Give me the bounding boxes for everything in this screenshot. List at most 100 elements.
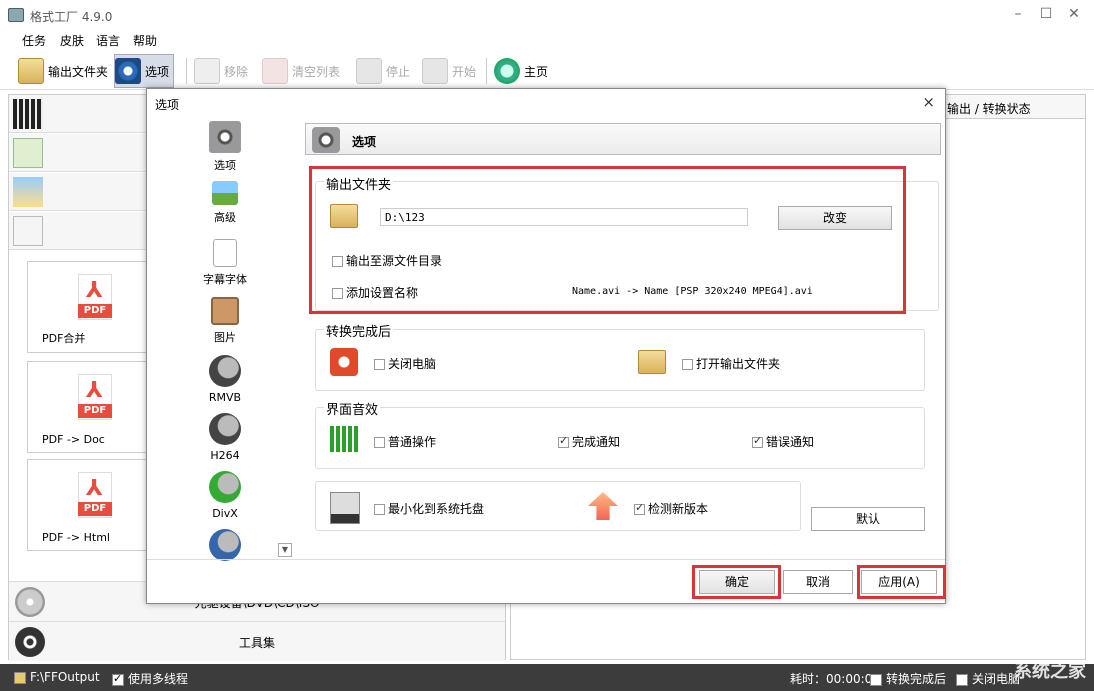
options-sidebar: 选项 高级 字幕字体 图片 RMVB H264 DivX: [187, 119, 263, 561]
watermark: 系统之家: [1014, 661, 1086, 682]
sidebar-scroll-down[interactable]: ▼: [278, 543, 292, 557]
after-convert-title: 转换完成后: [324, 321, 394, 340]
folder-icon: [18, 58, 44, 84]
sidebar-item-image[interactable]: 图片: [187, 297, 263, 345]
cancel-button[interactable]: 取消: [783, 570, 853, 594]
multithread-checkbox[interactable]: 使用多线程: [112, 670, 188, 687]
title-bar: 格式工厂 4.9.0 – ☐ ✕: [0, 0, 1094, 30]
folder-icon: [330, 204, 358, 228]
tile-label: PDF -> Html: [42, 531, 110, 544]
options-dialog: 选项 × 选项 高级 字幕字体 图片 RMVB H264 DivX ▼ 选项 输…: [146, 88, 946, 604]
volume-bars-icon: [330, 426, 360, 452]
app-icon: [8, 8, 24, 22]
ok-button[interactable]: 确定: [699, 570, 775, 594]
change-folder-button[interactable]: 改变: [778, 206, 892, 230]
name-example: Name.avi -> Name [PSP 320x240 MPEG4].avi: [572, 286, 813, 297]
tools-label: 工具集: [238, 636, 275, 650]
default-button[interactable]: 默认: [811, 507, 925, 531]
pdf-icon: ⅄ PDF: [78, 274, 118, 320]
dialog-header-title: 选项: [352, 135, 377, 149]
document-icon: [213, 239, 237, 267]
tile-label: PDF合并: [42, 332, 86, 345]
start-icon: [422, 58, 448, 84]
minimize-button[interactable]: –: [1008, 6, 1028, 22]
sidebar-item-rmvb[interactable]: RMVB: [187, 355, 263, 404]
picture-icon: [211, 297, 239, 325]
open-output-folder-checkbox[interactable]: 打开输出文件夹: [682, 355, 780, 372]
folder-icon: [638, 350, 666, 374]
power-icon: [330, 348, 358, 376]
sound-group: 界面音效 普通操作 完成通知 错误通知: [315, 399, 925, 469]
check-update-checkbox[interactable]: 检测新版本: [634, 500, 708, 517]
complete-notify-checkbox[interactable]: 完成通知: [558, 433, 620, 450]
clear-icon: [262, 58, 288, 84]
dialog-title: 选项: [155, 98, 180, 112]
film-icon: [13, 99, 43, 129]
pdf-icon: ⅄ PDF: [78, 472, 118, 518]
music-icon: [13, 138, 43, 168]
pdf-icon: ⅄ PDF: [78, 374, 118, 420]
sidebar-item-subtitle-font[interactable]: 字幕字体: [187, 239, 263, 287]
landscape-icon: [212, 181, 238, 205]
window-title: 格式工厂 4.9.0: [30, 10, 113, 24]
tile-pdf-doc[interactable]: ⅄ PDF PDF -> Doc: [27, 361, 157, 453]
sidebar-item-divx[interactable]: DivX: [187, 471, 263, 520]
dialog-footer: 确定 取消 应用(A): [147, 559, 945, 603]
output-folder-group: 输出文件夹 D:\123 改变 输出至源文件目录 添加设置名称 Name.avi…: [315, 174, 939, 311]
output-to-source-checkbox[interactable]: 输出至源文件目录: [332, 252, 442, 269]
camera-icon: [209, 121, 241, 153]
output-folder-button[interactable]: 输出文件夹: [18, 54, 108, 88]
elapsed-time: 耗时：00:00:00: [790, 672, 880, 686]
dialog-close-button[interactable]: ×: [922, 93, 935, 111]
tray-icon: [330, 492, 360, 524]
start-label: 开始: [452, 64, 477, 79]
tile-pdf-merge[interactable]: ⅄ PDF PDF合并: [27, 261, 157, 353]
home-button[interactable]: 主页: [494, 54, 548, 88]
misc-group: 最小化到系统托盘 检测新版本: [315, 481, 801, 531]
normal-operation-checkbox[interactable]: 普通操作: [374, 433, 436, 450]
error-notify-checkbox[interactable]: 错误通知: [752, 433, 814, 450]
document-icon: [13, 216, 43, 246]
minimize-tray-checkbox[interactable]: 最小化到系统托盘: [374, 500, 484, 517]
maximize-button[interactable]: ☐: [1036, 6, 1056, 22]
start-button[interactable]: 开始: [422, 54, 476, 88]
menu-task[interactable]: 任务: [22, 32, 46, 49]
output-folder-label: 输出文件夹: [48, 64, 109, 79]
category-tools[interactable]: 工具集: [9, 621, 505, 661]
film-reel-icon: [209, 529, 241, 561]
add-setting-name-checkbox[interactable]: 添加设置名称: [332, 284, 418, 301]
output-folder-title: 输出文件夹: [324, 174, 394, 193]
close-button[interactable]: ✕: [1064, 6, 1084, 22]
film-reel-icon: [209, 413, 241, 445]
update-arrow-icon: [588, 492, 618, 520]
camera-icon: [312, 127, 340, 153]
film-reel-icon: [209, 471, 241, 503]
gear-icon: [115, 58, 141, 84]
options-button[interactable]: 选项: [114, 54, 175, 88]
apply-button[interactable]: 应用(A): [861, 570, 937, 594]
sidebar-item-advanced[interactable]: 高级: [187, 181, 263, 225]
shutdown-partial[interactable]: 关闭电脑: [956, 670, 1020, 687]
menu-help[interactable]: 帮助: [133, 32, 157, 49]
film-reel-icon: [209, 355, 241, 387]
globe-icon: [494, 58, 520, 84]
dialog-header: 选项: [305, 123, 941, 155]
remove-icon: [194, 58, 220, 84]
toolbar: 输出文件夹 选项 移除 清空列表 停止 开始 主页: [0, 52, 1094, 90]
folder-icon: [14, 671, 26, 684]
menu-language[interactable]: 语言: [96, 32, 120, 49]
sidebar-item-h264[interactable]: H264: [187, 413, 263, 462]
after-convert-checkbox[interactable]: 转换完成后: [870, 670, 946, 687]
clear-list-button[interactable]: 清空列表: [262, 54, 340, 88]
menu-skin[interactable]: 皮肤: [60, 32, 84, 49]
after-convert-group: 转换完成后 关闭电脑 打开输出文件夹: [315, 321, 925, 391]
output-path[interactable]: F:\FFOutput: [14, 670, 100, 684]
stop-button[interactable]: 停止: [356, 54, 410, 88]
remove-label: 移除: [224, 64, 249, 79]
tile-pdf-html[interactable]: ⅄ PDF PDF -> Html: [27, 459, 157, 551]
sidebar-item-options[interactable]: 选项: [187, 121, 263, 173]
remove-button[interactable]: 移除: [194, 54, 248, 88]
home-label: 主页: [524, 64, 549, 79]
shutdown-checkbox[interactable]: 关闭电脑: [374, 355, 436, 372]
output-path-input[interactable]: D:\123: [380, 208, 748, 226]
